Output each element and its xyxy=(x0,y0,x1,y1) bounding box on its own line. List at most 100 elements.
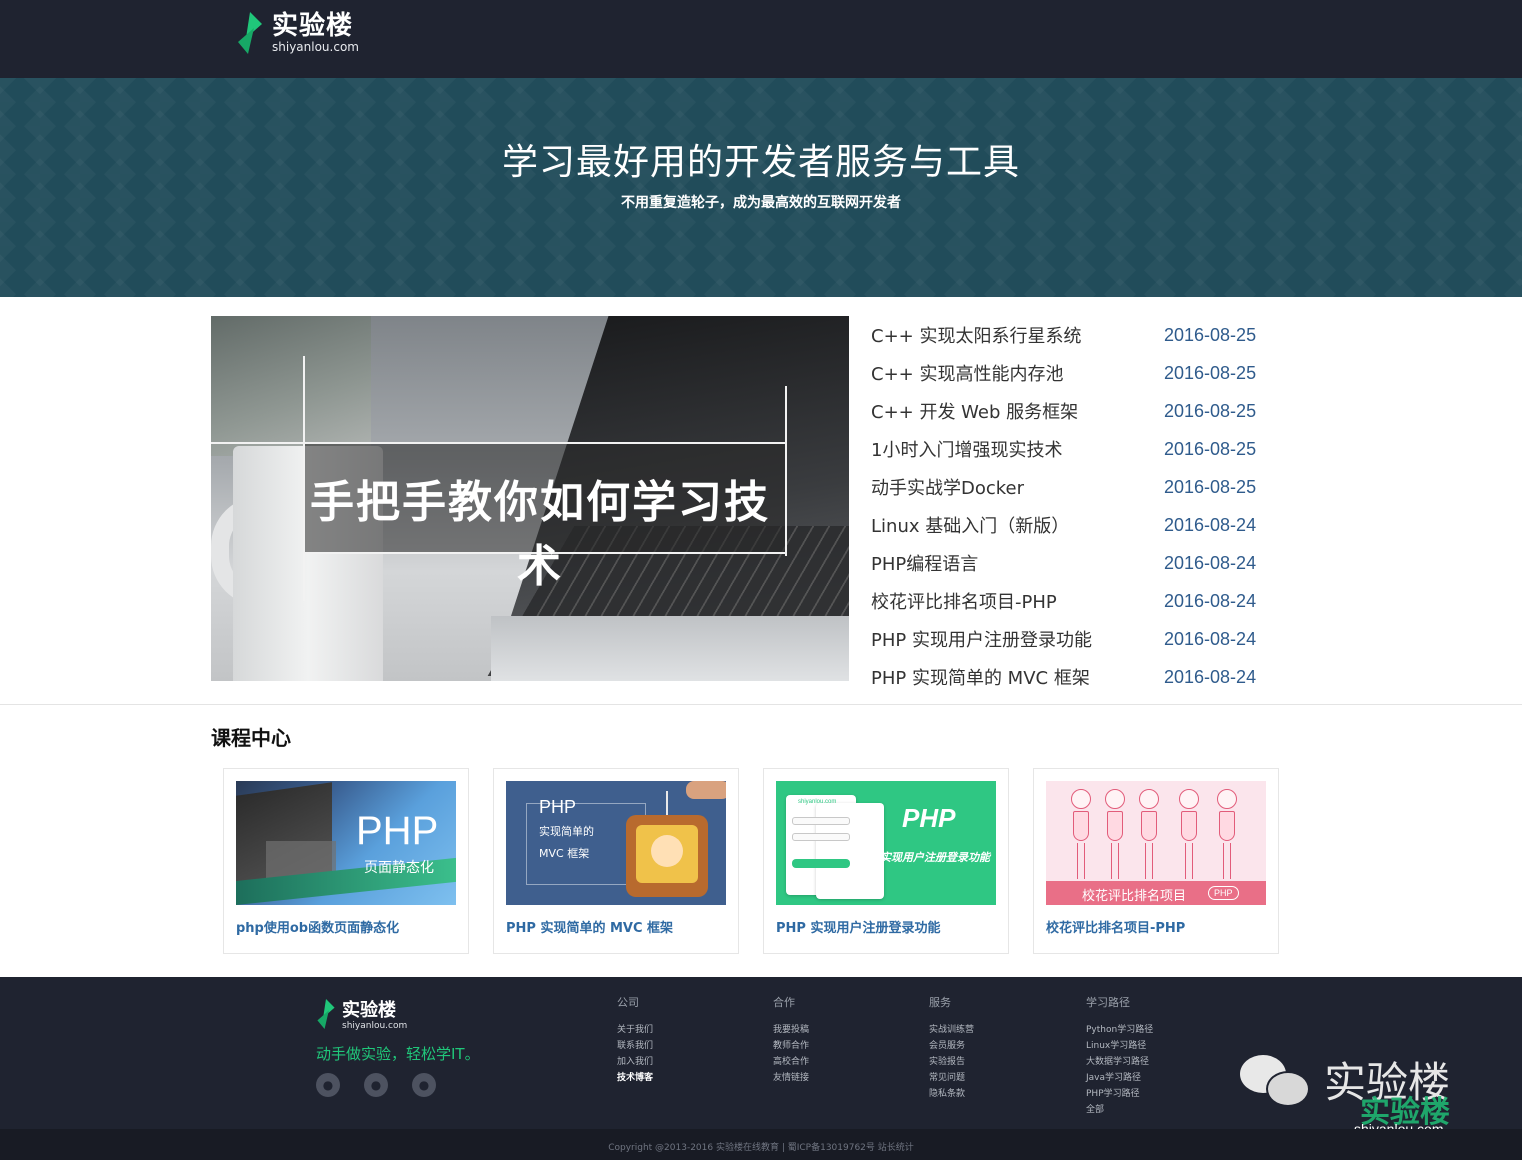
footer-link[interactable]: 隐私条款 xyxy=(929,1086,974,1102)
logo-name: 实验楼 xyxy=(272,11,354,41)
news-title[interactable]: PHP编程语言 xyxy=(871,550,1164,576)
course-card[interactable]: PHP 实现简单的 MVC 框架 PHP 实现简单的 MVC 框架 xyxy=(493,768,739,954)
logo-leaf-icon xyxy=(236,12,264,54)
thumb-small-text: 页面静态化 xyxy=(364,860,434,876)
site-footer: 实验楼 shiyanlou.com 动手做实验，轻松学IT。 ● ● ● 公司 … xyxy=(0,977,1522,1137)
hero-banner: 学习最好用的开发者服务与工具 不用重复造轮子，成为最高效的互联网开发者 xyxy=(0,78,1522,297)
decor-shelf xyxy=(211,316,371,456)
news-item[interactable]: PHP编程语言 2016-08-24 xyxy=(871,544,1271,582)
footer-link[interactable]: 技术博客 xyxy=(617,1070,653,1086)
course-title[interactable]: 校花评比排名项目-PHP xyxy=(1046,917,1185,936)
decor-field xyxy=(792,817,850,825)
wechat-icon[interactable]: ● xyxy=(316,1073,340,1097)
featured-image[interactable]: 手把手教你如何学习技术 xyxy=(211,316,849,681)
footer-link[interactable]: 联系我们 xyxy=(617,1038,653,1054)
news-item[interactable]: PHP 实现简单的 MVC 框架 2016-08-24 xyxy=(871,658,1271,696)
footer-link[interactable]: Java学习路径 xyxy=(1086,1070,1153,1086)
thumb-tag: PHP xyxy=(1208,886,1239,900)
girl-illustration-icon xyxy=(1136,789,1162,881)
footer-link[interactable]: 实验报告 xyxy=(929,1054,974,1070)
footer-link[interactable]: 友情链接 xyxy=(773,1070,809,1086)
news-date: 2016-08-25 xyxy=(1164,438,1257,459)
footer-link[interactable]: Python学习路径 xyxy=(1086,1022,1153,1038)
news-item[interactable]: C++ 开发 Web 服务框架 2016-08-25 xyxy=(871,392,1271,430)
news-title[interactable]: C++ 实现太阳系行星系统 xyxy=(871,322,1164,348)
decor-field xyxy=(792,833,850,841)
course-card[interactable]: 校花评比排名项目 PHP 校花评比排名项目-PHP xyxy=(1033,768,1279,954)
footer-link[interactable]: 高校合作 xyxy=(773,1054,809,1070)
news-date: 2016-08-24 xyxy=(1164,590,1257,611)
frame-line xyxy=(785,386,787,556)
footer-column-head: 合作 xyxy=(773,996,795,1009)
thumb-line-2: MVC 框架 xyxy=(539,847,590,860)
footer-column-head: 学习路径 xyxy=(1086,996,1130,1009)
news-list: C++ 实现太阳系行星系统 2016-08-25 C++ 实现高性能内存池 2016… xyxy=(871,316,1271,696)
footer-link[interactable]: Linux学习路径 xyxy=(1086,1038,1153,1054)
course-title[interactable]: PHP 实现用户注册登录功能 xyxy=(776,917,940,936)
news-date: 2016-08-24 xyxy=(1164,666,1257,687)
course-card[interactable]: shiyanlou.com PHP 实现用户注册登录功能 PHP 实现用户注册登… xyxy=(763,768,1009,954)
footer-logo-domain: shiyanlou.com xyxy=(342,1020,408,1031)
decor-button xyxy=(792,859,850,868)
footer-link[interactable]: 加入我们 xyxy=(617,1054,653,1070)
news-title[interactable]: PHP 实现简单的 MVC 框架 xyxy=(871,664,1164,690)
news-title[interactable]: 校花评比排名项目-PHP xyxy=(871,588,1164,614)
thumb-big-text: PHP xyxy=(356,809,439,853)
course-thumbnail: 校花评比排名项目 PHP xyxy=(1046,781,1266,905)
news-date: 2016-08-24 xyxy=(1164,514,1257,535)
news-item[interactable]: PHP 实现用户注册登录功能 2016-08-24 xyxy=(871,620,1271,658)
footer-link[interactable]: 会员服务 xyxy=(929,1038,974,1054)
news-title[interactable]: C++ 开发 Web 服务框架 xyxy=(871,398,1164,424)
footer-slogan: 动手做实验，轻松学IT。 xyxy=(316,1045,480,1063)
banner-title: 学习最好用的开发者服务与工具 xyxy=(501,142,1020,183)
girl-illustration-icon xyxy=(1214,789,1240,881)
footer-link[interactable]: PHP学习路径 xyxy=(1086,1086,1153,1102)
weibo-icon[interactable]: ● xyxy=(412,1073,436,1097)
course-center-title: 课程中心 xyxy=(211,726,291,750)
news-date: 2016-08-25 xyxy=(1164,476,1257,497)
footer-column-head: 服务 xyxy=(929,996,951,1009)
footer-link[interactable]: 教师合作 xyxy=(773,1038,809,1054)
course-title[interactable]: PHP 实现简单的 MVC 框架 xyxy=(506,917,673,936)
footer-link[interactable]: 大数据学习路径 xyxy=(1086,1054,1153,1070)
news-item[interactable]: C++ 实现高性能内存池 2016-08-25 xyxy=(871,354,1271,392)
news-title[interactable]: C++ 实现高性能内存池 xyxy=(871,360,1164,386)
thumb-sub-text: 实现用户注册登录功能 xyxy=(880,851,990,864)
footer-link[interactable]: 关于我们 xyxy=(617,1022,653,1038)
site-logo[interactable]: 实验楼 shiyanlou.com xyxy=(236,10,359,56)
footer-link[interactable]: 实战训练营 xyxy=(929,1022,974,1038)
footer-link[interactable]: 常见问题 xyxy=(929,1070,974,1086)
footer-link[interactable]: 全部 xyxy=(1086,1102,1153,1118)
footer-link[interactable]: 我要投稿 xyxy=(773,1022,809,1038)
thumb-banner-text: 校花评比排名项目 xyxy=(1082,889,1187,904)
news-title[interactable]: 动手实战学Docker xyxy=(871,474,1164,500)
footer-logo-name: 实验楼 xyxy=(342,999,396,1021)
news-item[interactable]: 动手实战学Docker 2016-08-25 xyxy=(871,468,1271,506)
footer-column-company: 公司 关于我们 联系我们 加入我们 技术博客 xyxy=(617,994,653,1086)
course-title[interactable]: php使用ob函数页面静态化 xyxy=(236,917,399,936)
copyright-bar: Copyright @2013-2016 实验楼在线教育 | 蜀ICP备1301… xyxy=(0,1129,1522,1160)
thumb-big-text: PHP xyxy=(902,803,956,833)
footer-logo[interactable]: 实验楼 shiyanlou.com xyxy=(316,999,407,1033)
news-item[interactable]: 1小时入门增强现实技术 2016-08-25 xyxy=(871,430,1271,468)
news-item[interactable]: 校花评比排名项目-PHP 2016-08-24 xyxy=(871,582,1271,620)
news-item[interactable]: C++ 实现太阳系行星系统 2016-08-25 xyxy=(871,316,1271,354)
thumb-site-text: shiyanlou.com xyxy=(798,799,837,805)
news-date: 2016-08-25 xyxy=(1164,324,1257,345)
wechat-watermark: 实验楼 实验楼 shiyanlou.com xyxy=(1236,1049,1486,1137)
news-title[interactable]: 1小时入门增强现实技术 xyxy=(871,436,1164,462)
decor-laptop-base xyxy=(491,616,849,681)
banner-subtitle: 不用重复造轮子，成为最高效的互联网开发者 xyxy=(621,195,901,211)
footer-column-services: 服务 实战训练营 会员服务 实验报告 常见问题 隐私条款 xyxy=(929,994,974,1102)
news-date: 2016-08-25 xyxy=(1164,400,1257,421)
footer-column-head: 公司 xyxy=(617,996,639,1009)
footer-column-paths: 学习路径 Python学习路径 Linux学习路径 大数据学习路径 Java学习… xyxy=(1086,994,1153,1118)
news-item[interactable]: Linux 基础入门（新版） 2016-08-24 xyxy=(871,506,1271,544)
news-title[interactable]: PHP 实现用户注册登录功能 xyxy=(871,626,1164,652)
course-thumbnail: shiyanlou.com PHP 实现用户注册登录功能 xyxy=(776,781,996,905)
course-card[interactable]: PHP 页面静态化 php使用ob函数页面静态化 xyxy=(223,768,469,954)
qq-icon[interactable]: ● xyxy=(364,1073,388,1097)
top-navbar: 实验楼 shiyanlou.com xyxy=(0,0,1522,78)
news-title[interactable]: Linux 基础入门（新版） xyxy=(871,512,1164,538)
hand-icon xyxy=(686,781,726,799)
